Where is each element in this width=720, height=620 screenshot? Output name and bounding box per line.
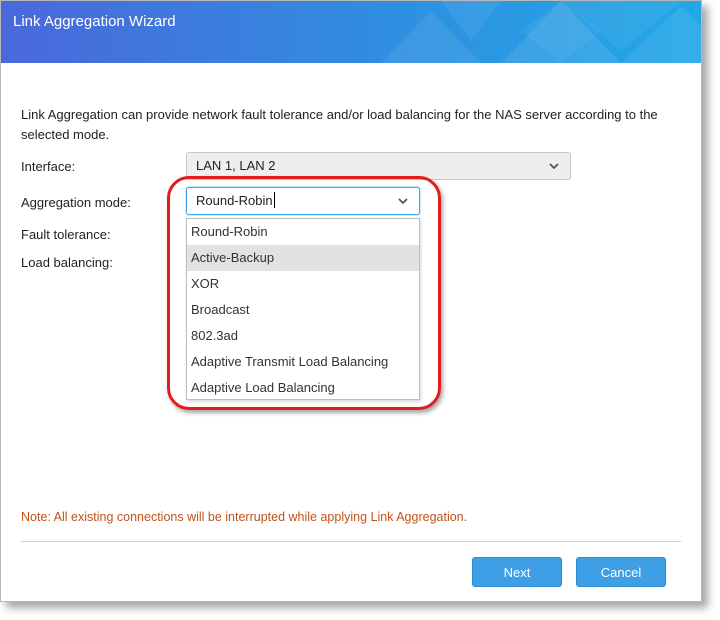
chevron-down-icon (549, 163, 559, 170)
next-button[interactable]: Next (472, 557, 562, 587)
title-bar: Link Aggregation Wizard (1, 1, 701, 63)
dropdown-option-active-backup[interactable]: Active-Backup (187, 245, 419, 271)
chevron-down-icon (398, 198, 408, 205)
dropdown-option-adaptive-load-balancing[interactable]: Adaptive Load Balancing (187, 375, 419, 401)
dropdown-option-802-3ad[interactable]: 802.3ad (187, 323, 419, 349)
dialog-title: Link Aggregation Wizard (13, 13, 176, 30)
aggregation-mode-label: Aggregation mode: (21, 195, 131, 210)
load-balancing-label: Load balancing: (21, 255, 113, 270)
aggregation-mode-select[interactable]: Round-Robin (186, 187, 420, 215)
fault-tolerance-label: Fault tolerance: (21, 227, 111, 242)
footer-divider (21, 541, 681, 542)
aggregation-mode-value: Round-Robin (196, 193, 273, 208)
text-cursor (273, 192, 275, 208)
interface-value: LAN 1, LAN 2 (196, 158, 276, 173)
intro-text: Link Aggregation can provide network fau… (21, 107, 658, 142)
link-aggregation-dialog: Link Aggregation Wizard Link Aggregation… (0, 0, 702, 602)
dropdown-option-round-robin[interactable]: Round-Robin (187, 219, 419, 245)
interface-select[interactable]: LAN 1, LAN 2 (186, 152, 571, 180)
cancel-button[interactable]: Cancel (576, 557, 666, 587)
aggregation-mode-dropdown-list: Round-Robin Active-Backup XOR Broadcast … (186, 218, 420, 400)
warning-note: Note: All existing connections will be i… (21, 510, 468, 524)
dropdown-option-xor[interactable]: XOR (187, 271, 419, 297)
interface-label: Interface: (21, 159, 76, 174)
dropdown-option-broadcast[interactable]: Broadcast (187, 297, 419, 323)
title-bar-pattern (381, 1, 701, 63)
dropdown-option-adaptive-transmit-load-balancing[interactable]: Adaptive Transmit Load Balancing (187, 349, 419, 375)
